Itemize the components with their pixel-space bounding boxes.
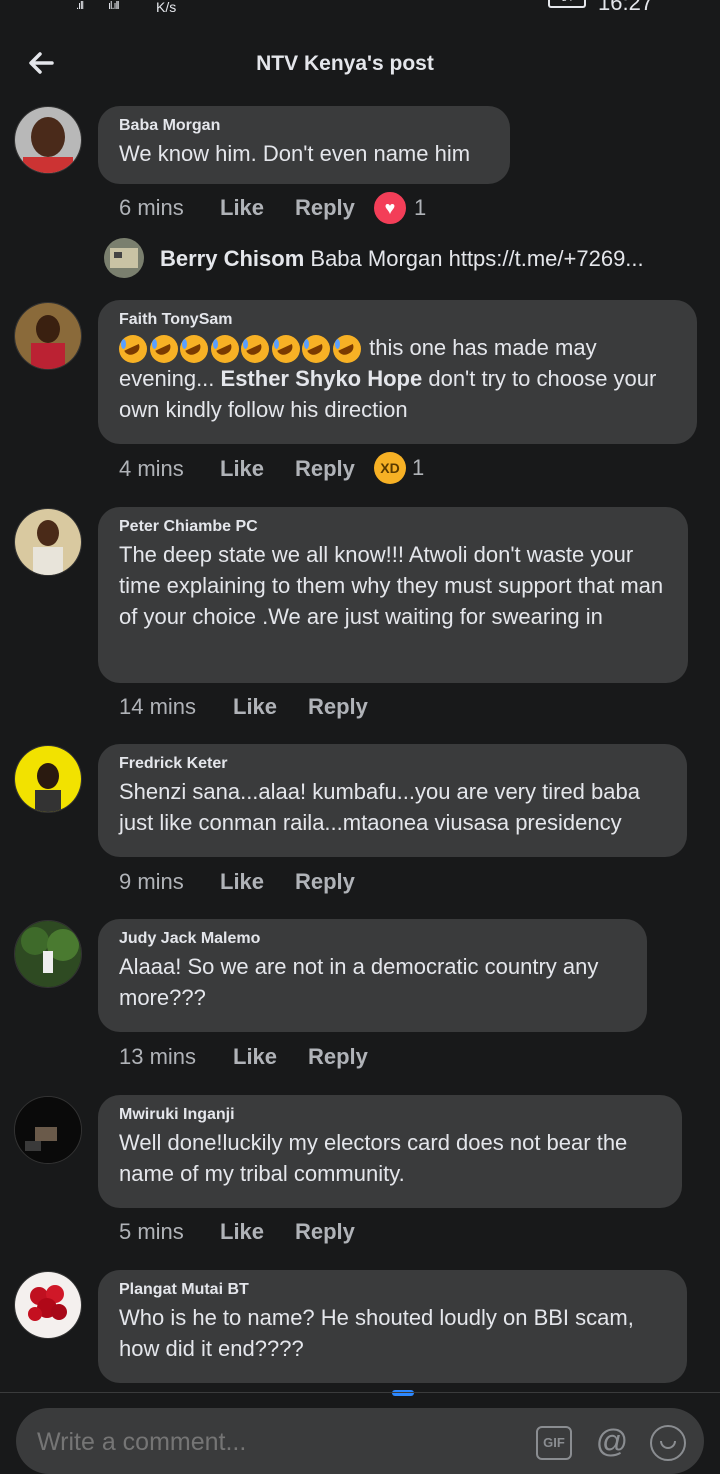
like-button[interactable]: Like [220,1219,264,1245]
like-button[interactable]: Like [233,694,277,720]
gif-button[interactable]: GIF [536,1426,572,1460]
comment-bubble[interactable]: Faith TonySam this one has made may even… [98,300,697,444]
comment-bubble[interactable]: Baba Morgan We know him. Don't even name… [98,106,510,184]
comment-text: Alaaa! So we are not in a democratic cou… [119,954,599,1010]
comment-actions: 5 mins Like Reply [119,1219,719,1249]
comment-bubble[interactable]: Mwiruki Inganji Well done!luckily my ele… [98,1095,682,1208]
comment-author[interactable]: Plangat Mutai BT [119,1280,667,1300]
signal-icon: ıl.ıll [108,0,119,12]
nested-reply-item[interactable]: Berry Chisom Baba Morgan https://t.me/+7… [104,238,704,278]
comment-bubble[interactable]: Judy Jack Malemo Alaaa! So we are not in… [98,919,647,1032]
comment-text: The deep state we all know!!! Atwoli don… [119,542,664,629]
comment-bubble[interactable]: Fredrick Keter Shenzi sana...alaa! kumba… [98,744,687,857]
header: NTV Kenya's post [0,38,720,94]
comment-time: 13 mins [119,1044,197,1069]
haha-reaction-icon: XD [374,452,406,484]
reply-button[interactable]: Reply [308,694,368,720]
comment-time: 14 mins [119,694,197,719]
like-button[interactable]: Like [220,456,264,482]
rofl-emoji-icons [119,335,363,364]
comment-author[interactable]: Baba Morgan [119,116,490,136]
comment-composer: GIF @ [16,1408,704,1474]
comment-bubble[interactable]: Peter Chiambe PC The deep state we all k… [98,507,688,683]
comment-author[interactable]: Faith TonySam [119,310,677,330]
avatar[interactable] [104,238,144,278]
avatar[interactable] [14,302,82,370]
like-button[interactable]: Like [220,869,264,895]
signal-icon: .ıll [76,0,84,12]
reply-button[interactable]: Reply [295,195,355,221]
reply-button[interactable]: Reply [295,1219,355,1245]
comment-bubble[interactable]: Plangat Mutai BT Who is he to name? He s… [98,1270,687,1383]
new-comments-indicator [392,1390,414,1396]
avatar[interactable] [14,508,82,576]
comment-text: Well done!luckily my electors card does … [119,1130,628,1186]
avatar[interactable] [14,920,82,988]
comment-time: 5 mins [119,1219,184,1244]
reply-button[interactable]: Reply [308,1044,368,1070]
mention-link[interactable]: Esther Shyko Hope [221,366,423,391]
comment-author[interactable]: Peter Chiambe PC [119,517,668,537]
comment-time: 6 mins [119,195,184,220]
comment-author[interactable]: Fredrick Keter [119,754,667,774]
avatar[interactable] [14,1096,82,1164]
emoji-smile-icon[interactable] [650,1425,686,1461]
like-button[interactable]: Like [233,1044,277,1070]
comment-text: We know him. Don't even name him [119,141,471,166]
avatar[interactable] [14,1271,82,1339]
comment-text: Shenzi sana...alaa! kumbafu...you are ve… [119,779,640,835]
comment-text: Who is he to name? He shouted loudly on … [119,1305,634,1361]
comment-actions: 9 mins Like Reply [119,869,719,899]
clock: 16:27 [598,0,654,15]
comment-author[interactable]: Mwiruki Inganji [119,1105,662,1125]
page-title: NTV Kenya's post [256,52,434,75]
status-bar: .ıll ıl.ıll K/s 54 16:27 [0,0,720,18]
avatar[interactable] [14,106,82,174]
comment-author[interactable]: Judy Jack Malemo [119,929,627,949]
network-speed: K/s [156,0,177,15]
comment-time: 9 mins [119,869,184,894]
love-reaction-icon: ♥ [372,190,408,226]
mention-button[interactable]: @ [594,1423,630,1459]
battery-icon: 54 [548,0,586,8]
reply-button[interactable]: Reply [295,869,355,895]
reaction-count: 1 [412,455,425,480]
reply-button[interactable]: Reply [295,456,355,482]
reaction-count: 1 [414,195,427,220]
reply-author[interactable]: Berry Chisom [160,246,304,271]
divider [0,1392,720,1393]
reaction-summary[interactable]: ♥ 1 [372,190,426,226]
comment-actions: 14 mins Like Reply [119,694,719,724]
reply-text: Baba Morgan https://t.me/+7269... [304,246,644,271]
like-button[interactable]: Like [220,195,264,221]
comment-actions: 13 mins Like Reply [119,1044,719,1074]
comment-input[interactable] [35,1427,519,1458]
avatar[interactable] [14,745,82,813]
reaction-summary[interactable]: XD 1 [374,452,424,484]
comment-time: 4 mins [119,456,184,481]
